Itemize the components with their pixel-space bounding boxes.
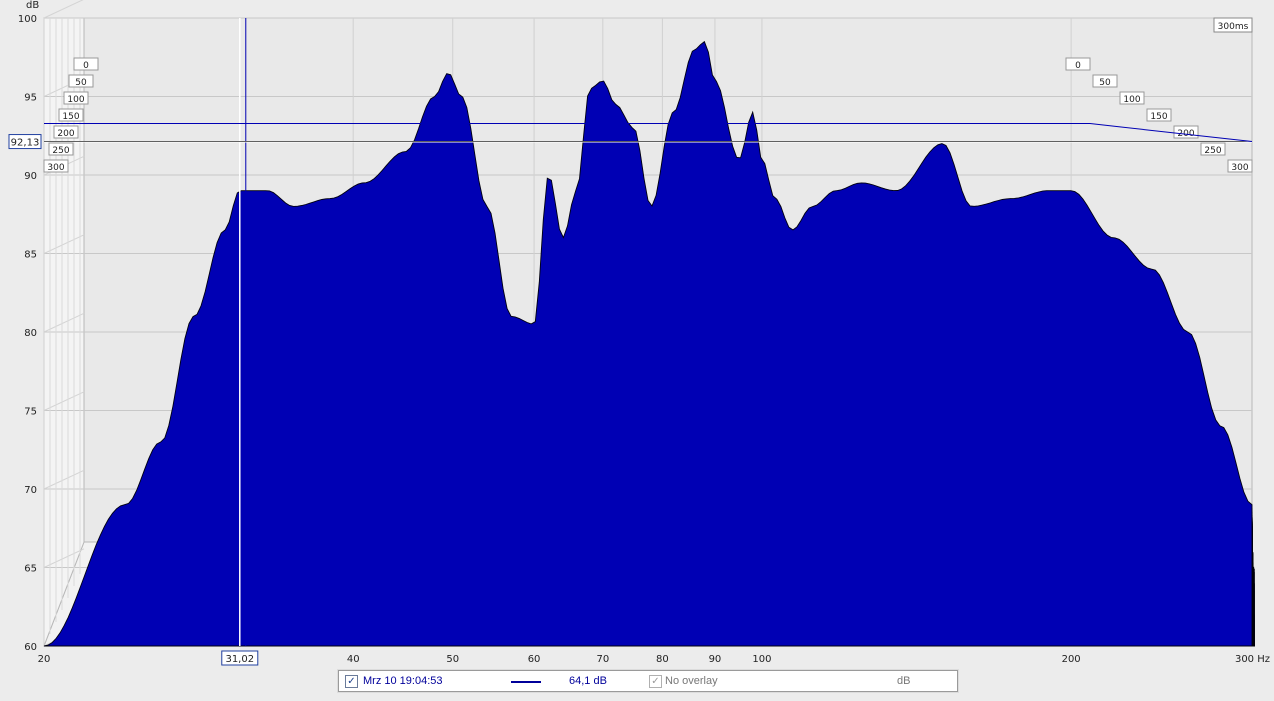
x-tick-label: 100: [752, 654, 771, 665]
cursor-x-label: 31,02: [225, 654, 254, 665]
waterfall-plot[interactable]: 0 50 100 150 200 250 300 0 50 100 150 200 250 300 92…: [0, 0, 1274, 668]
series-label: Mrz 10 19:04:53: [363, 675, 443, 687]
series-checkbox[interactable]: ✓: [345, 675, 358, 688]
cursor-y-label: 92,13: [11, 138, 40, 149]
x-tick-label: 40: [347, 654, 360, 665]
time-label-right: 50: [1099, 78, 1111, 88]
x-tick-label: 200: [1062, 654, 1081, 665]
overlay-label: No overlay: [665, 675, 718, 687]
y-tick-label: 95: [24, 93, 37, 104]
time-max-label: 300ms: [1218, 22, 1249, 32]
x-tick-label: 20: [38, 654, 51, 665]
x-tick-label: 50: [446, 654, 459, 665]
series-line-swatch: [511, 681, 541, 683]
x-tick-label: 80: [656, 654, 669, 665]
time-label-right: 0: [1075, 61, 1081, 71]
y-unit-label: dB: [26, 0, 39, 11]
time-label-left: 250: [52, 146, 69, 156]
overlay-unit: dB: [897, 675, 911, 687]
time-label-left: 200: [57, 129, 74, 139]
y-tick-label: 65: [24, 564, 37, 575]
time-label-right: 250: [1204, 146, 1221, 156]
series-value: 64,1 dB: [569, 675, 607, 687]
y-tick-label: 75: [24, 407, 37, 418]
time-label-left: 150: [62, 112, 79, 122]
time-label-right: 100: [1123, 95, 1140, 105]
time-label-left: 50: [75, 78, 87, 88]
y-tick-label: 85: [24, 250, 37, 261]
time-label-left: 100: [67, 95, 84, 105]
y-tick-label: 60: [24, 642, 37, 653]
y-tick-label: 70: [24, 485, 37, 496]
y-tick-label: 100: [18, 14, 37, 25]
time-label-left: 300: [47, 163, 64, 173]
overlay-checkbox[interactable]: ✓: [649, 675, 662, 688]
x-tick-label: 90: [709, 654, 722, 665]
time-max-badge: 300ms: [1213, 17, 1253, 33]
x-tick-label: 60: [528, 654, 541, 665]
y-tick-label: 80: [24, 328, 37, 339]
y-tick-label: 90: [24, 171, 37, 182]
legend-bar: ✓ Mrz 10 19:04:53 64,1 dB ✓ No overlay d…: [338, 670, 958, 692]
x-tick-label: 70: [596, 654, 609, 665]
time-label-right: 300: [1231, 163, 1248, 173]
time-label-right: 150: [1150, 112, 1167, 122]
time-label-left: 0: [83, 61, 89, 71]
x-unit-label: 300 Hz: [1235, 654, 1270, 665]
